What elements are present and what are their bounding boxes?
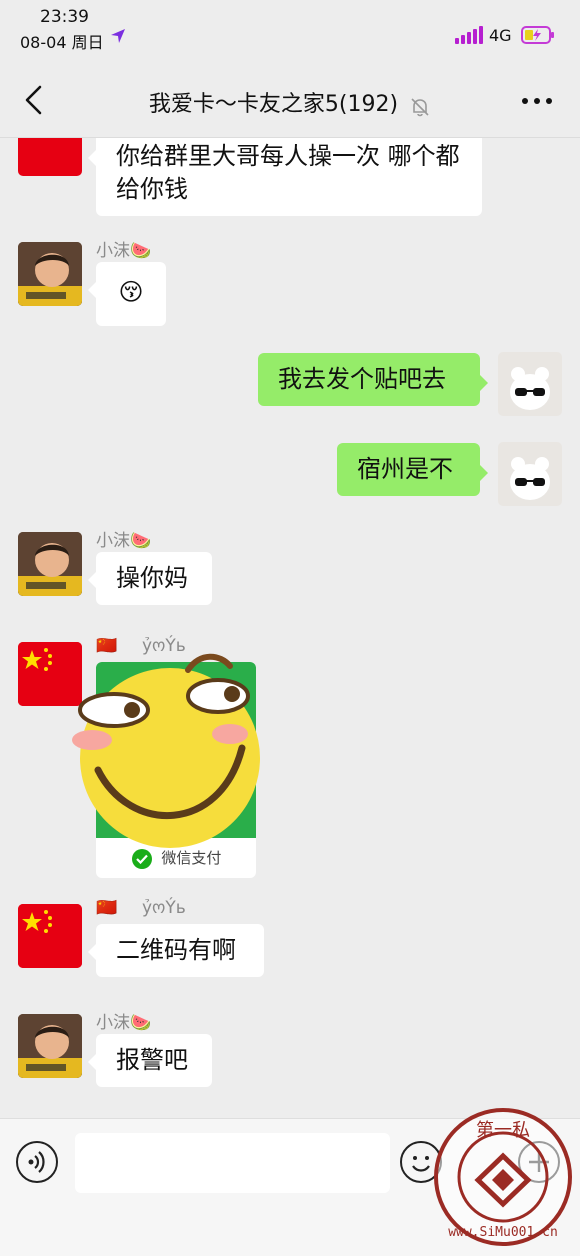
avatar-boy-image — [18, 1014, 82, 1078]
signal-icon — [455, 26, 483, 44]
chat-header: 我爱卡～卡友之家5(192) — [0, 62, 580, 138]
avatar-boy-image — [18, 242, 82, 306]
avatar[interactable] — [18, 1014, 82, 1078]
wechat-pay-icon — [131, 848, 152, 869]
avatar-self[interactable] — [498, 442, 562, 506]
chat-title-wrap: 我爱卡～卡友之家5(192) — [0, 86, 580, 118]
message-bubble[interactable]: 操你妈 — [88, 552, 212, 605]
voice-button[interactable] — [16, 1141, 58, 1183]
watermark-seal: 第一私 www.SiMu001.cn — [434, 1108, 572, 1246]
message-bubble[interactable]: 二维码有啊 — [88, 924, 264, 977]
avatar-panda-image — [498, 442, 562, 506]
message-bubble-self[interactable]: 我去发个贴吧去 — [258, 353, 488, 406]
sender-name: ỷოÝь — [142, 898, 186, 918]
message-text: 我去发个贴吧去 — [278, 365, 446, 393]
watermark-bottom-text: www.SiMu001.cn — [448, 1225, 558, 1240]
network-type: 4G — [489, 26, 512, 45]
message-input[interactable] — [75, 1133, 390, 1193]
avatar-boy-image — [18, 532, 82, 596]
china-flag-image — [18, 904, 82, 968]
message-text: 宿州是不 — [357, 455, 453, 483]
status-time: 23:39 — [40, 7, 89, 27]
avatar-panda-image — [498, 352, 562, 416]
battery-charging-icon — [521, 26, 554, 44]
message-text: 二维码有啊 — [116, 936, 236, 964]
avatar-self[interactable] — [498, 352, 562, 416]
chat-title[interactable]: 我爱卡～卡友之家5(192) — [149, 92, 398, 117]
avatar[interactable] — [18, 138, 82, 176]
status-bar: 23:39 08-04 周日 4G — [0, 0, 580, 62]
mute-bell-icon — [411, 97, 429, 116]
sender-flag: 🇨🇳 — [96, 898, 118, 918]
chat-area[interactable]: 你给群里大哥每人操一次 哪个都给你钱 小沫🍉 😚 我去发个贴吧去 宿州是不 小沫… — [0, 138, 580, 1118]
wechat-pay-label: 微信支付 — [161, 849, 222, 867]
message-text: 你给群里大哥每人操一次 哪个都给你钱 — [116, 142, 460, 203]
sender-name: 小沫🍉 — [96, 1013, 152, 1033]
message-text: 操你妈 — [116, 564, 188, 592]
more-dots-icon[interactable] — [521, 97, 553, 105]
watermark-top-text: 第一私 — [476, 1120, 530, 1141]
message-bubble[interactable]: 😚 — [88, 262, 166, 326]
location-arrow-icon — [111, 29, 125, 43]
avatar[interactable] — [18, 904, 82, 968]
message-bubble[interactable]: 报警吧 — [88, 1034, 212, 1087]
smirk-emoji-sticker — [72, 653, 260, 848]
message-text: 报警吧 — [116, 1046, 188, 1074]
sender-name: 小沫🍉 — [96, 241, 152, 261]
message-bubble-self[interactable]: 宿州是不 — [337, 443, 488, 496]
status-date: 08-04 周日 — [20, 33, 104, 52]
avatar[interactable] — [18, 532, 82, 596]
message-emoji: 😚 — [118, 278, 144, 306]
avatar[interactable] — [18, 242, 82, 306]
sender-name: 小沫🍉 — [96, 531, 152, 551]
voice-icon — [28, 1151, 45, 1173]
message-bubble[interactable]: 你给群里大哥每人操一次 哪个都给你钱 — [88, 138, 482, 216]
